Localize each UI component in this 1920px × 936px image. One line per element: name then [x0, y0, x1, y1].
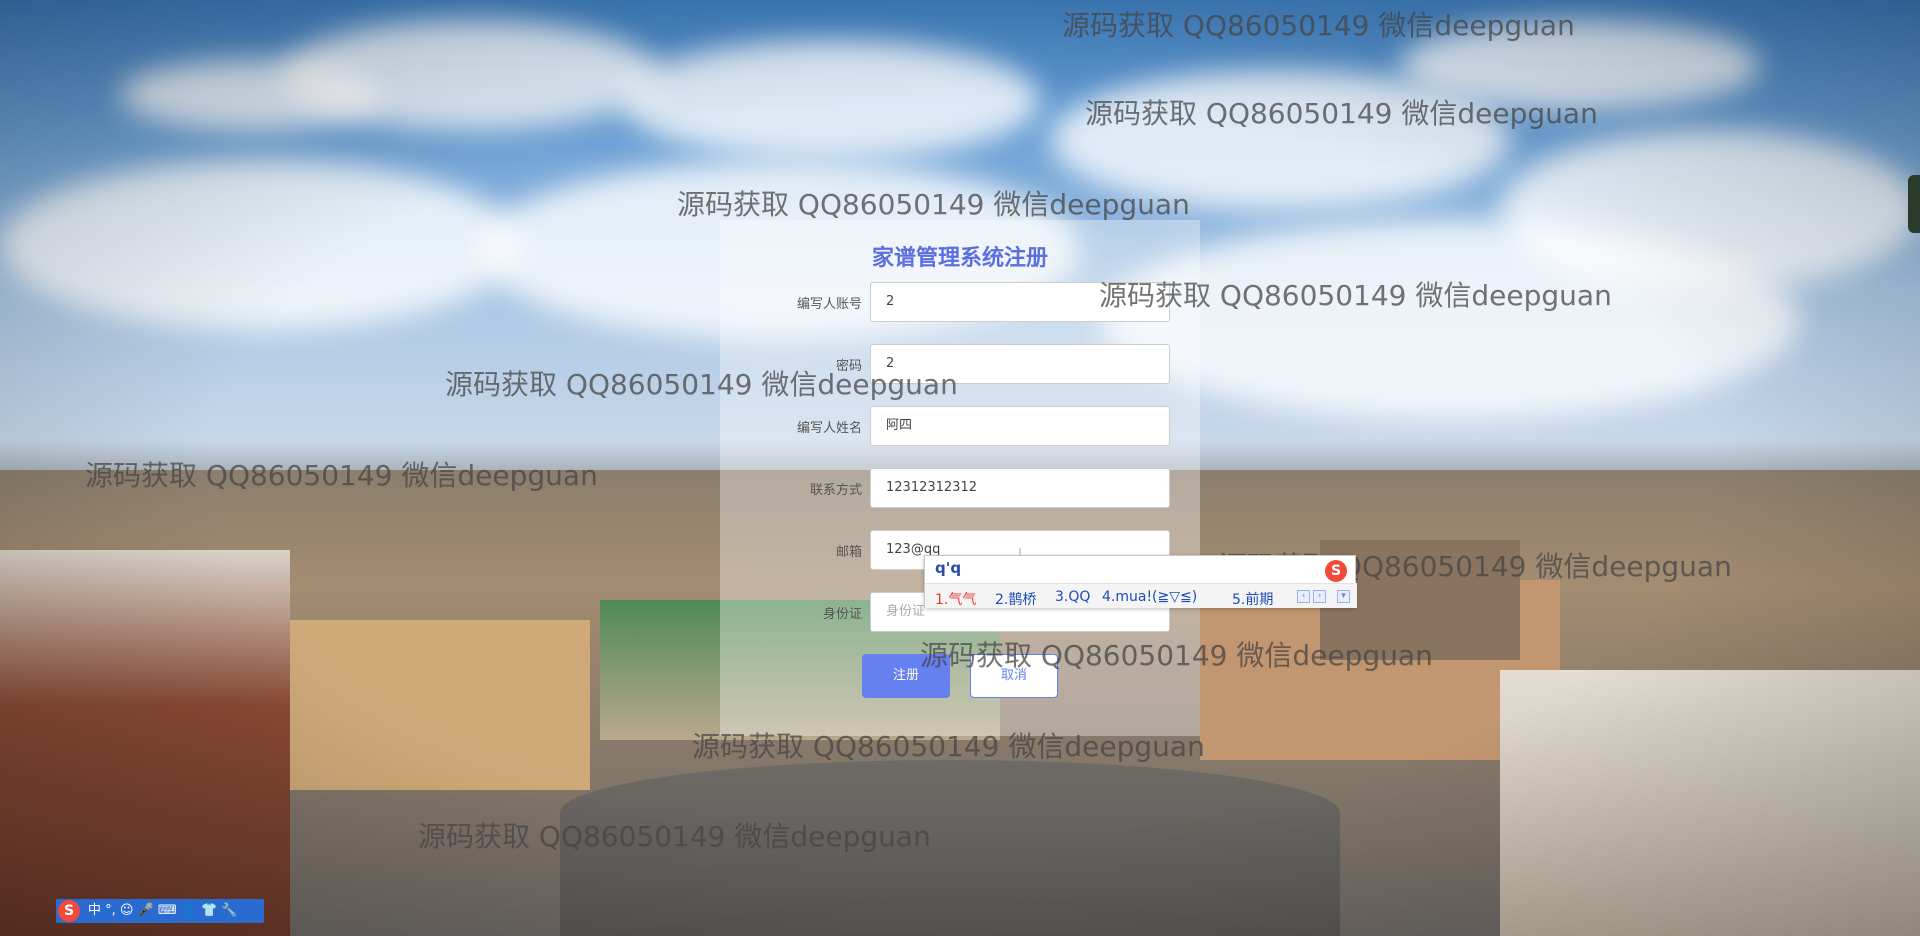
name-label: 编写人姓名	[796, 421, 862, 436]
form-row-name: 编写人姓名 阿四	[720, 406, 1200, 446]
next-page-icon[interactable]: ›	[1313, 590, 1326, 603]
sogou-logo-icon[interactable]: S	[58, 900, 80, 922]
ime-candidate-list: 1.气气 2.鹊桥 3.QQ 4.mua!(≧▽≦) 5.前期 ‹ › ▾	[925, 583, 1357, 608]
side-tab[interactable]	[1908, 175, 1920, 233]
ime-composition: q'q	[935, 559, 962, 577]
watermark: 源码获取 QQ86050149 微信deepguan	[677, 188, 1190, 221]
watermark: 源码获取 QQ86050149 微信deepguan	[418, 820, 931, 853]
email-label: 邮箱	[835, 545, 862, 560]
ime-candidate-popup: q'q S 1.气气 2.鹊桥 3.QQ 4.mua!(≧▽≦) 5.前期 ‹ …	[924, 555, 1357, 608]
form-row-phone: 联系方式 12312312312	[720, 468, 1200, 508]
ime-candidate[interactable]: 1.气气	[935, 589, 976, 609]
name-input[interactable]: 阿四	[870, 406, 1170, 446]
ime-toolbar-items[interactable]: 中 °, ☺ 🎤 ⌨ 👤 👕 🔧	[88, 899, 238, 923]
watermark: 源码获取 QQ86050149 微信deepguan	[85, 459, 598, 492]
ime-toolbar: S 中 °, ☺ 🎤 ⌨ 👤 👕 🔧	[56, 899, 264, 923]
idcard-label: 身份证	[822, 607, 862, 622]
phone-label: 联系方式	[809, 483, 862, 498]
watermark: 源码获取 QQ86050149 微信deepguan	[445, 368, 958, 401]
expand-icon[interactable]: ▾	[1337, 590, 1350, 603]
phone-input[interactable]: 12312312312	[870, 468, 1170, 508]
prev-page-icon[interactable]: ‹	[1297, 590, 1310, 603]
ime-candidate[interactable]: 3.QQ	[1055, 589, 1090, 605]
ime-candidate[interactable]: 5.前期	[1232, 589, 1273, 609]
watermark: 源码获取 QQ86050149 微信deepguan	[1062, 9, 1575, 42]
watermark: 源码获取 QQ86050149 微信deepguan	[920, 639, 1433, 672]
watermark: 源码获取 QQ86050149 微信deepguan	[692, 730, 1205, 763]
page-title: 家谱管理系统注册	[871, 246, 1048, 271]
ime-candidate[interactable]: 2.鹊桥	[995, 589, 1036, 609]
sogou-logo-icon: S	[1325, 560, 1347, 582]
ime-candidate[interactable]: 4.mua!(≧▽≦)	[1102, 589, 1197, 605]
account-label: 编写人账号	[796, 297, 862, 312]
watermark: 源码获取 QQ86050149 微信deepguan	[1085, 97, 1598, 130]
watermark: 源码获取 QQ86050149 微信deepguan	[1099, 279, 1612, 312]
